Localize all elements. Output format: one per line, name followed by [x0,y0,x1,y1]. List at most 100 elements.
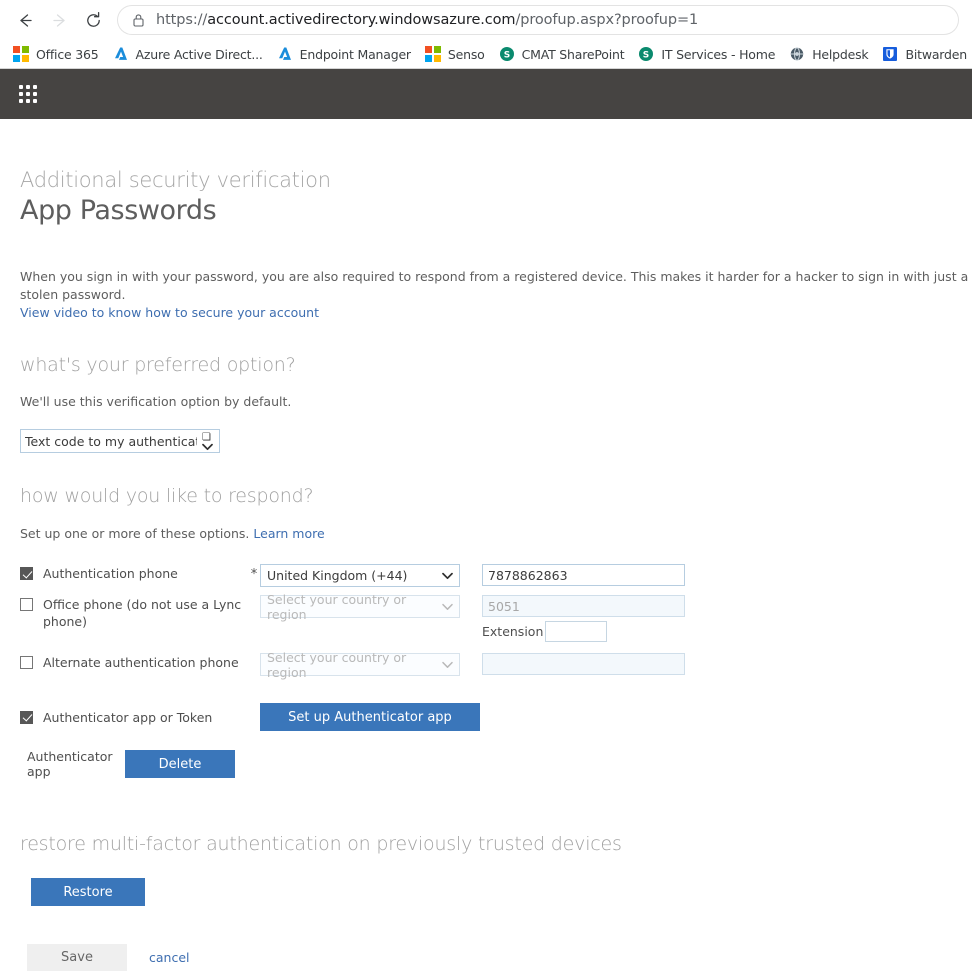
option-row-authentication-phone: Authentication phone * United Kingdom (+… [20,564,700,587]
bitwarden-shield-icon [882,46,898,62]
chevron-down-icon [442,603,453,611]
browser-toolbar: https://account.activedirectory.windowsa… [0,0,972,40]
option-label-cell: Alternate authentication phone [20,653,248,671]
chevron-down-icon [442,661,453,669]
preferred-option-section: what's your preferred option? We'll use … [20,354,972,453]
address-bar[interactable]: https://account.activedirectory.windowsa… [118,6,958,34]
lock-icon [130,12,146,28]
bookmark-cmat-sharepoint[interactable]: S CMAT SharePoint [492,42,632,66]
respond-section: how would you like to respond? Set up on… [20,485,972,779]
required-marker-spacer [248,653,260,656]
preferred-option-subtext: We'll use this verification option by de… [20,394,292,409]
phone-number-value: 7878862863 [488,567,568,583]
app-launcher-button[interactable] [10,76,46,112]
extension-label: Extension [482,624,544,639]
bookmark-senso[interactable]: Senso [418,42,492,66]
phone-number-input-authentication[interactable]: 7878862863 [482,564,685,586]
phone-number-cell [482,653,685,675]
option-row-alternate-authentication-phone: Alternate authentication phone Select yo… [20,650,700,680]
option-label: Office phone (do not use a Lync phone) [43,597,242,629]
bookmark-endpoint-manager[interactable]: Endpoint Manager [270,42,418,66]
preferred-option-value: Text code to my authentication phone [25,433,197,449]
country-select-value: Select your country or region [267,649,407,680]
form-actions: Save cancel [27,944,972,971]
checkbox-authentication-phone[interactable] [20,567,33,580]
checkbox-office-phone[interactable] [20,598,33,611]
bookmark-label: Office 365 [36,46,99,62]
phone-number-input-office[interactable]: 5051 [482,595,685,617]
back-button[interactable] [8,3,42,37]
cancel-link[interactable]: cancel [149,950,190,965]
save-button[interactable]: Save [27,944,127,971]
svg-text:S: S [503,51,509,61]
extension-input[interactable] [545,621,608,642]
country-select-value: Select your country or region [267,591,407,622]
sharepoint-icon: S [638,46,654,62]
learn-more-link[interactable]: Learn more [253,526,324,541]
phone-number-cell: 5051 Extension [482,595,685,642]
view-video-link[interactable]: View video to know how to secure your ac… [20,305,319,320]
country-select-office-phone[interactable]: Select your country or region [260,592,460,622]
authenticator-section: Authenticator app or Token Set up Authen… [20,703,972,779]
option-label-cell: Authentication phone [20,564,248,582]
sharepoint-icon: S [499,46,515,62]
preferred-option-heading: what's your preferred option? [20,354,296,376]
app-launcher-icon [19,85,37,103]
country-select-authentication-phone[interactable]: United Kingdom (+44) [260,564,460,587]
phone-number-input-alternate[interactable] [482,653,685,675]
page-title: App Passwords [20,195,217,227]
bookmark-azure-active-directory[interactable]: Azure Active Direct... [106,42,270,66]
bookmark-label: Bitwarden [905,46,967,62]
bookmark-it-services-home[interactable]: S IT Services - Home [631,42,782,66]
browser-chrome: https://account.activedirectory.windowsa… [0,0,972,69]
bookmark-helpdesk[interactable]: Helpdesk [782,42,875,66]
option-label: Authenticator app or Token [43,709,213,725]
app-header-bar [0,69,972,119]
phone-options-grid: Authentication phone * United Kingdom (+… [20,564,700,680]
extension-row: Extension [482,621,685,642]
checkbox-authenticator-app[interactable] [20,710,33,724]
bookmark-label: Azure Active Direct... [135,46,263,62]
setup-authenticator-app-button[interactable]: Set up Authenticator app [260,703,480,731]
reload-icon [84,11,103,30]
checkbox-alternate-authentication-phone[interactable] [20,656,33,669]
microsoft-logo-icon [424,46,441,62]
page-body: Additional security verification App Pas… [0,167,972,980]
phone-number-cell: 7878862863 [482,564,685,586]
forward-button[interactable] [42,3,76,37]
option-label-cell: Office phone (do not use a Lync phone) [20,595,248,630]
forward-arrow-icon [50,11,69,30]
bookmark-label: IT Services - Home [661,46,776,62]
option-row-office-phone: Office phone (do not use a Lync phone) S… [20,592,700,642]
respond-heading: how would you like to respond? [20,485,314,507]
intro-text: When you sign in with your password, you… [20,269,969,302]
bookmark-label: Endpoint Manager [299,46,411,62]
option-label-cell: Authenticator app or Token [20,709,248,726]
microsoft-logo-icon [13,46,29,62]
bookmark-office-365[interactable]: Office 365 [6,42,106,66]
reload-button[interactable] [76,3,110,37]
required-marker-spacer [248,595,260,598]
bookmark-label: Helpdesk [812,46,869,62]
bookmarks-bar: Office 365 Azure Active Direct... Endpoi… [0,40,972,68]
chevron-down-icon: ❏ [202,432,215,451]
restore-button[interactable]: Restore [31,878,145,906]
delete-authenticator-button[interactable]: Delete [125,750,235,778]
intro-paragraph: When you sign in with your password, you… [20,268,972,322]
option-label: Authentication phone [43,566,178,581]
preferred-option-select[interactable]: Text code to my authentication phone ❏ [20,429,220,453]
option-label: Alternate authentication phone [43,655,239,670]
country-select-alternate-phone[interactable]: Select your country or region [260,650,460,680]
azure-ad-icon [277,46,293,62]
required-marker: * [250,567,258,582]
url-path: /proofup.aspx?proofup=1 [515,12,699,28]
country-select-value: United Kingdom (+44) [267,568,408,583]
restore-heading: restore multi-factor authentication on p… [20,833,622,855]
phone-number-value: 5051 [488,598,520,614]
respond-subtext: Set up one or more of these options. Lea… [20,526,972,541]
bookmark-label: CMAT SharePoint [521,46,625,62]
back-arrow-icon [16,11,35,30]
bookmark-label: Senso [447,46,485,62]
svg-text:S: S [643,51,649,61]
bookmark-bitwarden[interactable]: Bitwarden [875,42,972,66]
